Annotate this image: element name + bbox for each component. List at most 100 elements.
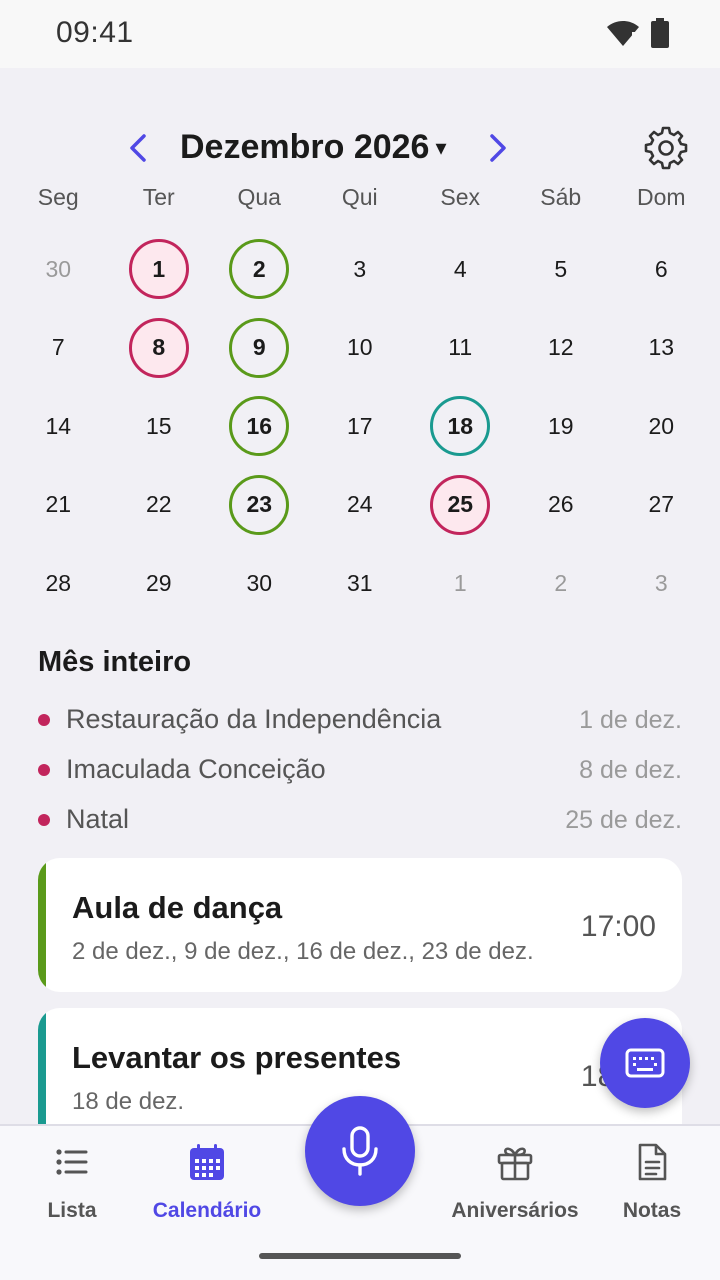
home-indicator[interactable]: [259, 1253, 461, 1259]
nav-label: Calendário: [152, 1199, 262, 1222]
holiday-list: Restauração da Independência 1 de dez. I…: [38, 696, 682, 846]
day-number: 21: [45, 491, 72, 518]
calendar-icon: [190, 1144, 224, 1180]
nav-notas[interactable]: Notas: [577, 1142, 720, 1223]
calendar-day-cell[interactable]: 1: [410, 544, 511, 623]
day-number: 22: [145, 491, 172, 518]
keyboard-icon: [625, 1048, 665, 1078]
calendar-day-cell[interactable]: 13: [611, 309, 712, 388]
calendar-day-cell[interactable]: 2: [209, 230, 310, 309]
calendar-day-cell[interactable]: 9: [209, 309, 310, 388]
calendar-day-cell[interactable]: 3: [310, 230, 411, 309]
calendar-day-cell[interactable]: 22: [109, 466, 210, 545]
calendar-day-cell[interactable]: 15: [109, 387, 210, 466]
calendar-day-cell[interactable]: 2: [511, 544, 612, 623]
holiday-item[interactable]: Restauração da Independência 1 de dez.: [38, 696, 682, 746]
weekday-label: Sex: [440, 184, 481, 210]
calendar-day-cell[interactable]: 16: [209, 387, 310, 466]
calendar-day-cell[interactable]: 5: [511, 230, 612, 309]
calendar-day-cell[interactable]: 19: [511, 387, 612, 466]
voice-input-button[interactable]: [305, 1096, 415, 1206]
calendar-day-cell[interactable]: 6: [611, 230, 712, 309]
event-card-dance[interactable]: Aula de dança 2 de dez., 9 de dez., 16 d…: [38, 858, 682, 992]
day-number: 27: [648, 491, 675, 518]
month-section-title: Mês inteiro: [38, 646, 192, 678]
month-header: Dezembro 2026 ▾: [0, 120, 720, 176]
month-selector[interactable]: Dezembro 2026 ▾: [180, 128, 447, 167]
keyboard-input-button[interactable]: [600, 1018, 690, 1108]
calendar-day-cell[interactable]: 25: [410, 466, 511, 545]
calendar-day-cell[interactable]: 3: [611, 544, 712, 623]
weekday-label: Qua: [237, 184, 281, 210]
day-number: 3: [353, 255, 367, 282]
calendar-day-cell[interactable]: 10: [310, 309, 411, 388]
chevron-left-icon[interactable]: [118, 128, 158, 168]
day-number: 4: [453, 255, 467, 282]
calendar-day-cell[interactable]: 29: [109, 544, 210, 623]
holiday-date: 1 de dez.: [579, 706, 682, 734]
event-dates: 2 de dez., 9 de dez., 16 de dez., 23 de …: [72, 938, 534, 965]
calendar-day-cell[interactable]: 30: [209, 544, 310, 623]
calendar-day-cell[interactable]: 8: [109, 309, 210, 388]
battery-icon: [651, 18, 669, 48]
nav-calendario[interactable]: Calendário: [132, 1142, 282, 1223]
chevron-right-icon[interactable]: [478, 128, 518, 168]
holiday-name: Restauração da Independência: [66, 704, 442, 734]
calendar-day-cell[interactable]: 31: [310, 544, 411, 623]
calendar-day-cell[interactable]: 21: [8, 466, 109, 545]
day-number-dance: 9: [229, 317, 290, 378]
calendar-day-cell[interactable]: 28: [8, 544, 109, 623]
calendar-day-cell[interactable]: 23: [209, 466, 310, 545]
weekday-label: Ter: [142, 184, 175, 210]
calendar-day-cell[interactable]: 11: [410, 309, 511, 388]
day-number: 30: [45, 255, 72, 282]
nav-aniversarios[interactable]: Aniversários: [440, 1142, 590, 1223]
event-color-bar: [38, 858, 46, 992]
weekday-label: Dom: [636, 184, 686, 210]
list-icon: [56, 1149, 88, 1175]
calendar-day-cell[interactable]: 26: [511, 466, 612, 545]
status-time: 09:41: [56, 16, 134, 49]
calendar-day-cell[interactable]: 14: [8, 387, 109, 466]
day-number: 29: [145, 569, 172, 596]
nav-label: Notas: [622, 1199, 682, 1222]
day-number: 10: [346, 334, 373, 361]
day-number: 24: [346, 491, 373, 518]
holiday-dot-icon: [38, 714, 50, 726]
holiday-dot-icon: [38, 764, 50, 776]
calendar-day-cell[interactable]: 4: [410, 230, 511, 309]
day-number-holiday: 8: [128, 317, 189, 378]
weekday-label: Seg: [37, 184, 79, 210]
event-dates: 18 de dez.: [72, 1088, 185, 1115]
calendar-day-cell[interactable]: 12: [511, 309, 612, 388]
gift-icon: [497, 1147, 533, 1181]
day-number: 11: [448, 334, 473, 361]
calendar-day-cell[interactable]: 20: [611, 387, 712, 466]
holiday-item[interactable]: Natal 25 de dez.: [38, 796, 682, 846]
holiday-date: 8 de dez.: [579, 756, 682, 784]
calendar-day-cell[interactable]: 17: [310, 387, 411, 466]
calendar-day-cell[interactable]: 30: [8, 230, 109, 309]
day-number: 30: [246, 569, 273, 596]
day-number-gift: 18: [430, 396, 491, 457]
gear-icon[interactable]: [642, 124, 690, 172]
calendar-day-cell[interactable]: 1: [109, 230, 210, 309]
nav-lista[interactable]: Lista: [0, 1142, 147, 1223]
calendar-day-cell[interactable]: 24: [310, 466, 411, 545]
document-icon: [638, 1143, 667, 1181]
day-number: 7: [51, 334, 65, 361]
holiday-dot-icon: [38, 814, 50, 826]
calendar-day-cell[interactable]: 27: [611, 466, 712, 545]
holiday-date: 25 de dez.: [565, 806, 682, 834]
month-label: Dezembro 2026: [180, 128, 430, 166]
status-bar: 09:41: [0, 0, 720, 68]
nav-label: Lista: [47, 1199, 97, 1222]
calendar-day-cell[interactable]: 7: [8, 309, 109, 388]
calendar-day-cell[interactable]: 18: [410, 387, 511, 466]
microphone-icon: [342, 1126, 378, 1176]
day-number: 14: [45, 412, 72, 439]
day-number-dance: 2: [229, 239, 290, 300]
day-number-dance: 23: [229, 474, 290, 535]
holiday-item[interactable]: Imaculada Conceição 8 de dez.: [38, 746, 682, 796]
day-number: 17: [346, 412, 373, 439]
